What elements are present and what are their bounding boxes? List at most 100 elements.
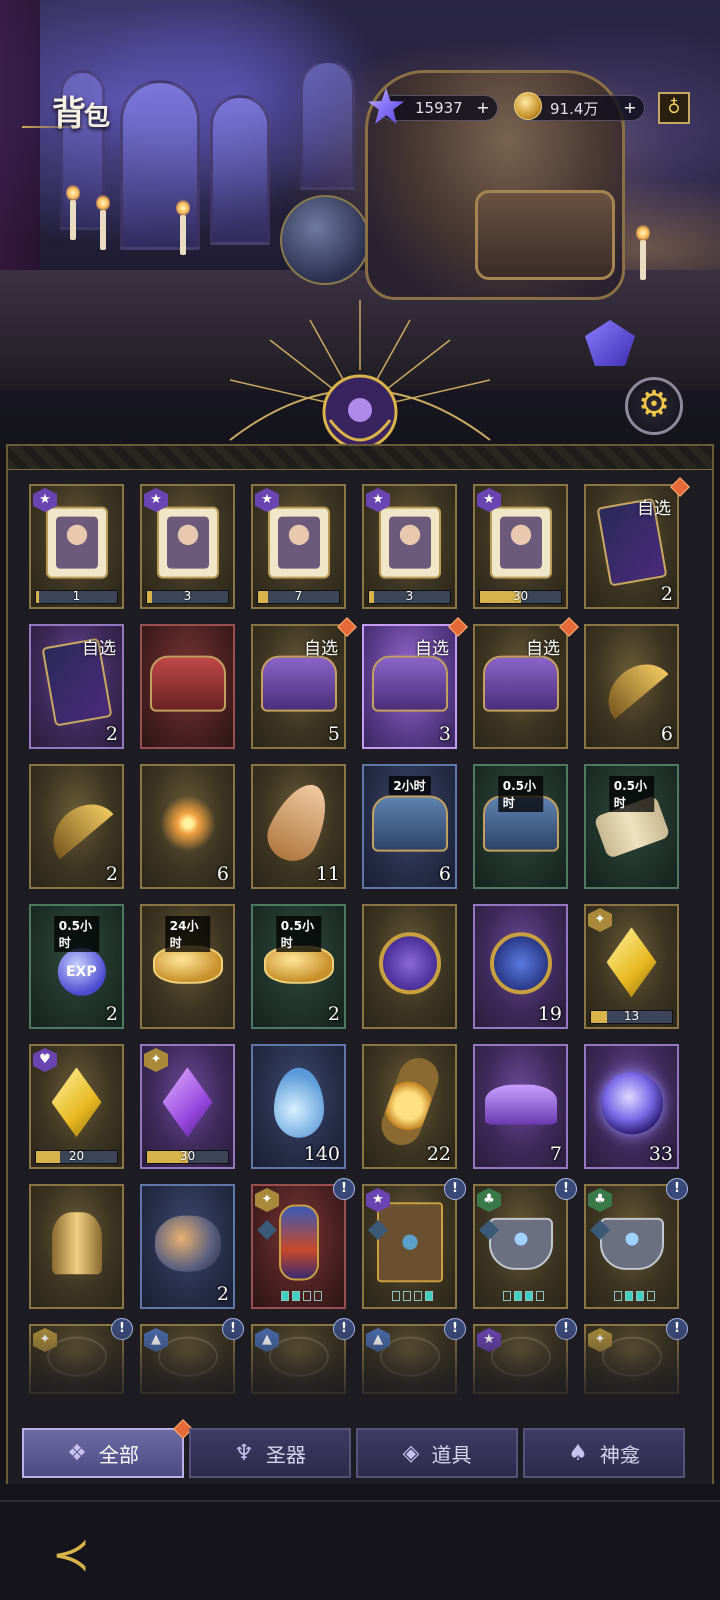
- inventory-slot[interactable]: 140: [251, 1044, 346, 1169]
- progress-text: 3: [183, 589, 192, 603]
- level-pips: [614, 1291, 655, 1301]
- tab-label: 神龛: [599, 1442, 640, 1467]
- level-pip: [314, 1291, 322, 1301]
- inventory-slot[interactable]: ★ 1: [29, 484, 124, 609]
- alert-badge: !: [666, 1178, 688, 1200]
- tab-all[interactable]: ❖ 全部: [22, 1419, 193, 1478]
- inventory-slot[interactable]: ▲: [251, 1324, 346, 1394]
- item-count: 6: [438, 863, 451, 885]
- inventory-slot[interactable]: ▲: [140, 1324, 235, 1394]
- treasure-chest-icon: [149, 655, 226, 712]
- jar-icon: [154, 1215, 221, 1272]
- inventory-slot[interactable]: ✦: [584, 1324, 679, 1394]
- item-count: 2: [216, 1283, 229, 1305]
- level-pip: [414, 1291, 422, 1301]
- select-tag: 自选: [526, 639, 560, 659]
- shard-progress: 20: [35, 1149, 118, 1164]
- add-gem-button[interactable]: +: [472, 97, 494, 119]
- inventory-slot[interactable]: 6: [140, 764, 235, 889]
- level-pip: [636, 1291, 644, 1301]
- teapot-decor: [280, 195, 370, 285]
- inventory-slot[interactable]: 33: [584, 1044, 679, 1169]
- inventory-slot[interactable]: 2: [29, 764, 124, 889]
- footer-bar: ≺: [0, 1500, 720, 1600]
- inventory-slot[interactable]: ♥ 20: [29, 1044, 124, 1169]
- inventory-slot[interactable]: 7: [473, 1044, 568, 1169]
- inventory-slot[interactable]: ★ 3: [140, 484, 235, 609]
- inventory-slot[interactable]: 自选 3: [362, 624, 457, 749]
- inventory-slot[interactable]: ✦: [29, 1324, 124, 1394]
- rarity-icon: ♣: [477, 1188, 501, 1212]
- inventory-slot[interactable]: 19: [473, 904, 568, 1029]
- progress-text: 20: [68, 1149, 85, 1163]
- category-tabs: ❖ 全部 ♆ 圣器 ◈ 道具 ♠ 神龛: [22, 1419, 702, 1480]
- firework-icon: [157, 792, 218, 853]
- cup-icon: [599, 1217, 664, 1270]
- tab-label: 道具: [431, 1442, 472, 1467]
- progress-text: 30: [179, 1149, 196, 1163]
- inventory-slot[interactable]: ★ 7: [251, 484, 346, 609]
- inventory-slot[interactable]: 自选: [473, 624, 568, 749]
- duration-label: 0.5小时: [53, 916, 100, 952]
- back-button[interactable]: ≺: [38, 1524, 104, 1584]
- tab-relics[interactable]: ♆ 圣器: [189, 1428, 351, 1478]
- title-ornament: [22, 126, 92, 128]
- inventory-slot[interactable]: ▲: [362, 1324, 457, 1394]
- level-pip: [292, 1291, 300, 1301]
- gear-icon: ⚙: [637, 384, 671, 425]
- inventory-slot[interactable]: 24小时: [140, 904, 235, 1029]
- level-pip: [536, 1291, 544, 1301]
- inventory-slot[interactable]: ✦: [251, 1184, 346, 1309]
- exchange-token-icon: [489, 931, 552, 994]
- inventory-slot[interactable]: 6: [584, 624, 679, 749]
- exp-orb-icon: EXP: [57, 947, 106, 996]
- inventory-slot[interactable]: ★: [362, 1184, 457, 1309]
- level-pip: [625, 1291, 633, 1301]
- inventory-slot[interactable]: 自选 2: [29, 624, 124, 749]
- inventory-slot[interactable]: 2小时 6: [362, 764, 457, 889]
- sun-emblem: [229, 300, 491, 450]
- inventory-slot[interactable]: 0.5小时: [473, 764, 568, 889]
- crystal-pile-icon: [484, 1084, 557, 1125]
- settings-button[interactable]: ⚙: [625, 377, 683, 435]
- duration-label: 0.5小时: [497, 776, 544, 812]
- inventory-slot[interactable]: 11: [251, 764, 346, 889]
- inventory-slot[interactable]: 22: [362, 1044, 457, 1169]
- item-count: 2: [327, 1003, 340, 1025]
- shop-button[interactable]: ♁: [658, 92, 690, 124]
- progress-text: 1: [72, 589, 81, 603]
- inventory-slot[interactable]: EXP 0.5小时 2: [29, 904, 124, 1029]
- item-count: 19: [537, 1003, 562, 1025]
- level-pip: [614, 1291, 622, 1301]
- chalice-icon: ♆: [234, 1440, 254, 1466]
- inventory-slot[interactable]: ★: [473, 1324, 568, 1394]
- inventory-slot[interactable]: [29, 1184, 124, 1309]
- inventory-slot[interactable]: ✦ 30: [140, 1044, 235, 1169]
- tab-items[interactable]: ◈ 道具: [356, 1428, 518, 1478]
- gold-crystal-icon: [51, 1067, 102, 1138]
- inventory-panel: ★ 1 ★ 3 ★ 7 ★ 3 ★ 30 自选 2 自选 2 自选 5 自选 3 自选 6 2 6 11 2小时 6 0.5小时 0…: [6, 444, 714, 1484]
- item-count: 6: [660, 723, 673, 745]
- alert-badge: !: [333, 1318, 355, 1340]
- inventory-slot[interactable]: ♣: [584, 1184, 679, 1309]
- inventory-slot[interactable]: 2: [140, 1184, 235, 1309]
- inventory-slot[interactable]: 自选 2: [584, 484, 679, 609]
- inventory-slot[interactable]: [140, 624, 235, 749]
- duration-label: 2小时: [388, 776, 431, 795]
- inventory-slot[interactable]: ♣: [473, 1184, 568, 1309]
- back-arrow-icon: ≺: [51, 1527, 91, 1581]
- inventory-slot[interactable]: ✦ 13: [584, 904, 679, 1029]
- inventory-slot[interactable]: ★ 30: [473, 484, 568, 609]
- duration-label: 0.5小时: [275, 916, 322, 952]
- inventory-slot[interactable]: ★ 3: [362, 484, 457, 609]
- duration-label: 0.5小时: [608, 776, 655, 812]
- inventory-slot[interactable]: 0.5小时 2: [251, 904, 346, 1029]
- inventory-slot[interactable]: [362, 904, 457, 1029]
- tab-shrine[interactable]: ♠ 神龛: [523, 1428, 685, 1478]
- inventory-slot[interactable]: 自选 5: [251, 624, 346, 749]
- add-gold-button[interactable]: +: [619, 97, 641, 119]
- treasure-chest-icon: [260, 655, 337, 712]
- puzzle-piece-icon: [267, 506, 330, 579]
- item-count: 7: [549, 1143, 562, 1165]
- inventory-slot[interactable]: 0.5小时: [584, 764, 679, 889]
